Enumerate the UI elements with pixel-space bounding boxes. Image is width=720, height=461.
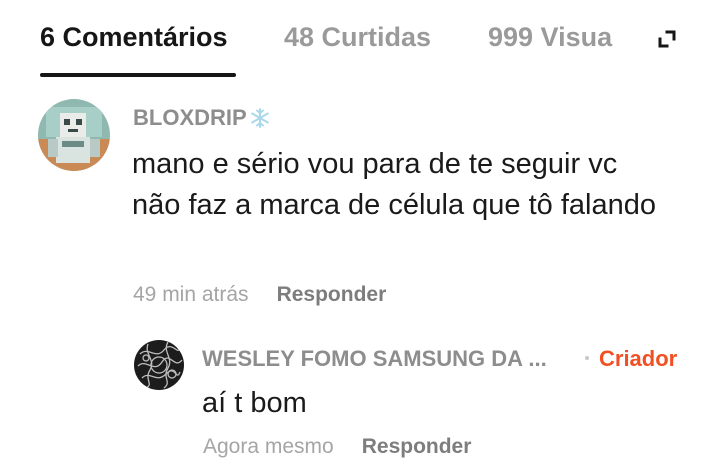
comment-timestamp: 49 min atrás — [133, 283, 249, 306]
comment-username[interactable]: BLOXDRIP — [133, 104, 271, 132]
tab-views[interactable]: 999 Visua — [488, 20, 616, 54]
comment-username-text[interactable]: BLOXDRIP — [133, 105, 247, 130]
reply-button[interactable]: Responder — [277, 283, 387, 306]
creator-label: Criador — [599, 346, 678, 371]
reply-timestamp: Agora mesmo — [203, 435, 334, 458]
active-tab-indicator — [40, 73, 236, 77]
reply-avatar[interactable] — [134, 340, 184, 390]
tab-comments[interactable]: 6 Comentários — [40, 20, 228, 54]
tab-likes[interactable]: 48 Curtidas — [284, 20, 431, 54]
reply-reply-button[interactable]: Responder — [362, 435, 472, 458]
tab-bar: 6 Comentários 48 Curtidas 999 Visua — [0, 0, 720, 80]
avatar[interactable] — [38, 99, 110, 171]
comment-meta: 49 min atrás Responder — [133, 281, 386, 309]
comment-text: mano e sério vou para de te seguir vc nã… — [132, 148, 656, 221]
reply-text: aí t bom — [202, 387, 307, 419]
expand-icon[interactable] — [654, 26, 680, 52]
reply-meta: Agora mesmo Responder — [203, 433, 471, 461]
reply-username[interactable]: WESLEY FOMO SAMSUNG DA ... — [202, 345, 570, 373]
separator-dot — [585, 356, 589, 360]
snowflake-icon — [250, 108, 269, 128]
creator-badge: Criador — [585, 345, 677, 373]
